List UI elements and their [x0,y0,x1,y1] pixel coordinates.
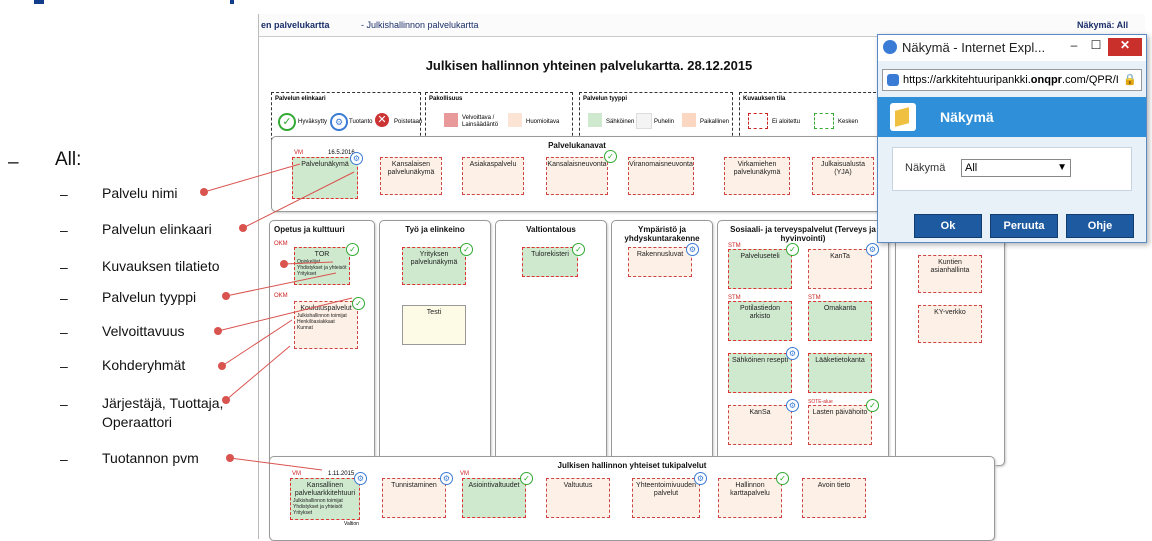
dialog-title: Näkymä - Internet Expl... [902,40,1046,55]
nakyma-dialog: Näkymä - Internet Expl... – ☐ ✕ https://… [877,34,1147,243]
dialog-titlebar: Näkymä - Internet Expl... – ☐ ✕ [878,35,1146,61]
view-icon [890,103,916,131]
minimize-icon[interactable]: – [1064,38,1084,56]
view-select[interactable]: All ▼ [961,159,1071,177]
maximize-icon[interactable]: ☐ [1086,38,1106,56]
close-icon[interactable]: ✕ [1108,38,1142,56]
dialog-heading: Näkymä [940,109,994,125]
page-icon [887,74,899,87]
help-button[interactable]: Ohje [1066,214,1134,238]
dialog-header: Näkymä [878,97,1146,137]
view-field-label: Näkymä [905,162,946,174]
chevron-down-icon: ▼ [1057,162,1067,173]
ok-button[interactable]: Ok [914,214,982,238]
url-suffix: .com/QPR/I [1061,74,1119,86]
cancel-button[interactable]: Peruuta [990,214,1058,238]
lock-icon: 🔒 [1123,74,1137,86]
url-domain: onqpr [1030,74,1062,86]
view-select-value: All [965,162,978,174]
ie-icon [883,40,897,54]
address-bar[interactable]: https://arkkitehtuuripankki.onqpr.com/QP… [882,69,1142,91]
view-field-box: Näkymä All ▼ [892,147,1132,191]
url-prefix: https://arkkitehtuuripankki. [903,74,1031,86]
